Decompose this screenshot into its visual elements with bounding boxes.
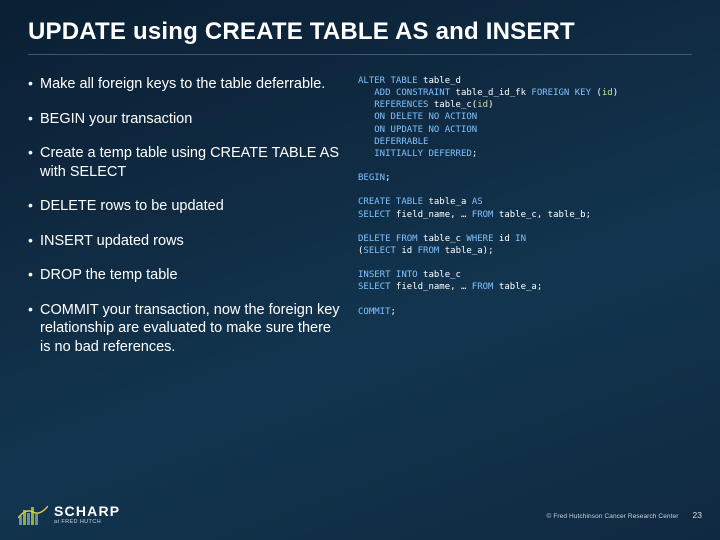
bullet-list: Make all foreign keys to the table defer… [28,75,340,356]
bullet-item: INSERT updated rows [28,232,340,251]
bullet-item: Create a temp table using CREATE TABLE A… [28,144,340,181]
sql-code-block: ALTER TABLE table_d ADD CONSTRAINT table… [358,75,692,318]
bullet-item: DROP the temp table [28,266,340,285]
left-column: Make all foreign keys to the table defer… [28,75,340,372]
right-column: ALTER TABLE table_d ADD CONSTRAINT table… [358,75,692,372]
bullet-item: DELETE rows to be updated [28,197,340,216]
copyright-text: © Fred Hutchinson Cancer Research Center [547,513,679,520]
slide-title: UPDATE using CREATE TABLE AS and INSERT [28,18,692,55]
content-columns: Make all foreign keys to the table defer… [28,75,692,372]
bullet-item: Make all foreign keys to the table defer… [28,75,340,94]
bullet-item: BEGIN your transaction [28,110,340,129]
slide-footer: SCHARP at FRED HUTCH © Fred Hutchinson C… [0,496,720,540]
brand-byline: at FRED HUTCH [54,520,120,526]
logo-mark-icon [18,504,48,526]
page-number: 23 [693,510,702,520]
brand-logo: SCHARP at FRED HUTCH [18,504,120,526]
brand-name: SCHARP [54,504,120,518]
bullet-item: COMMIT your transaction, now the foreign… [28,301,340,357]
